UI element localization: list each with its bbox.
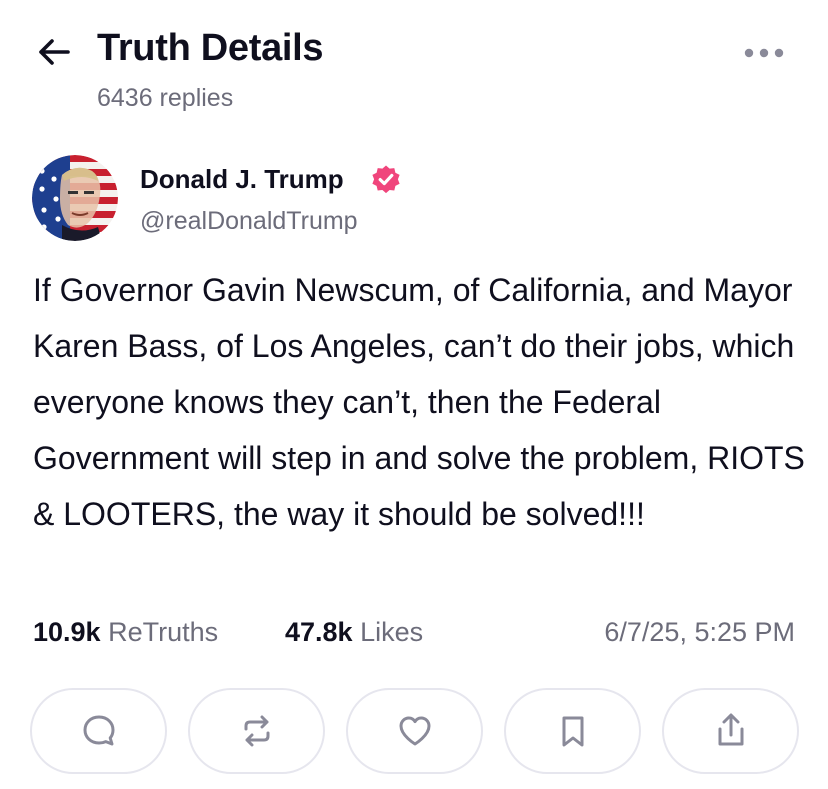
reply-button[interactable]: [30, 688, 167, 774]
more-horizontal-icon: [744, 48, 784, 58]
reply-count: 6436 replies: [97, 84, 234, 112]
post-stats: 10.9k ReTruths 47.8k Likes 6/7/25, 5:25 …: [33, 617, 795, 657]
bookmark-icon: [562, 716, 583, 747]
author-handle[interactable]: @realDonaldTrump: [140, 207, 358, 236]
likes-count: 47.8k: [285, 617, 353, 647]
action-bar: [30, 688, 800, 776]
retruth-button[interactable]: [188, 688, 325, 774]
likes-stat[interactable]: 47.8k Likes: [285, 617, 423, 648]
retruths-count: 10.9k: [33, 617, 101, 647]
header: Truth Details 6436 replies: [0, 0, 828, 130]
retruths-label: ReTruths: [108, 617, 219, 647]
retruths-stat[interactable]: 10.9k ReTruths: [33, 617, 218, 648]
bookmark-button[interactable]: [504, 688, 641, 774]
post-body: If Governor Gavin Newscum, of California…: [33, 272, 805, 532]
avatar[interactable]: [32, 155, 118, 241]
share-button[interactable]: [662, 688, 799, 774]
reply-bubble-icon: [83, 715, 114, 746]
back-button[interactable]: [34, 32, 74, 72]
truth-details-page: Truth Details 6436 replies Donald J. Tru…: [0, 0, 828, 789]
more-options-button[interactable]: [742, 40, 786, 66]
likes-label: Likes: [360, 617, 424, 647]
share-icon: [718, 713, 743, 746]
like-button[interactable]: [346, 688, 483, 774]
author-name[interactable]: Donald J. Trump: [140, 164, 344, 195]
page-title: Truth Details: [97, 27, 324, 69]
retruth-icon: [244, 715, 269, 747]
arrow-left-icon: [39, 39, 70, 65]
heart-icon: [399, 716, 430, 746]
post-timestamp: 6/7/25, 5:25 PM: [604, 617, 795, 647]
verified-badge-icon: [370, 164, 402, 196]
